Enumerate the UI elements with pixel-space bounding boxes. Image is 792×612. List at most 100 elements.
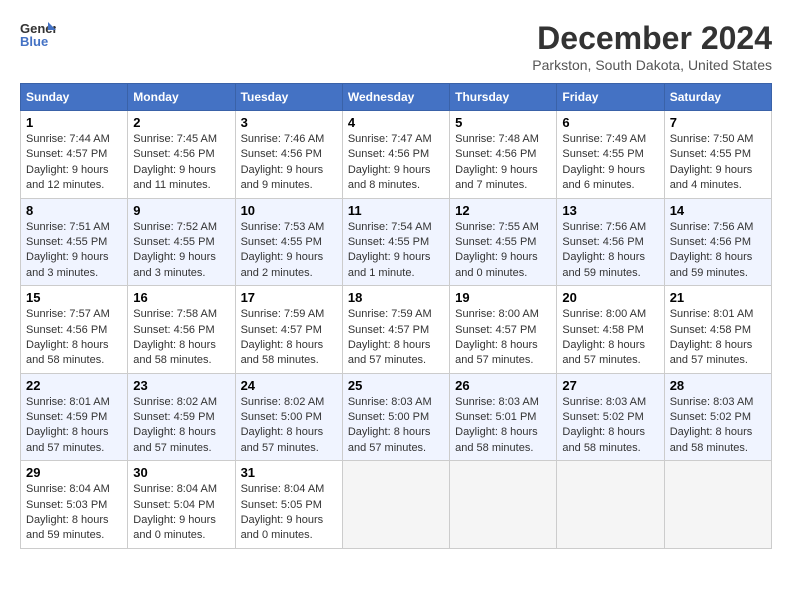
day-number: 10 [241, 203, 337, 218]
calendar-cell [450, 461, 557, 549]
day-number: 1 [26, 115, 122, 130]
header-sunday: Sunday [21, 84, 128, 111]
calendar-cell: 17 Sunrise: 7:59 AM Sunset: 4:57 PM Dayl… [235, 286, 342, 374]
day-info: Sunrise: 7:58 AM Sunset: 4:56 PM Dayligh… [133, 307, 229, 369]
day-info: Sunrise: 7:54 AM Sunset: 4:55 PM Dayligh… [348, 220, 444, 282]
day-number: 2 [133, 115, 229, 130]
calendar-cell: 3 Sunrise: 7:46 AM Sunset: 4:56 PM Dayli… [235, 111, 342, 199]
day-info: Sunrise: 7:55 AM Sunset: 4:55 PM Dayligh… [455, 220, 551, 282]
day-info: Sunrise: 8:02 AM Sunset: 5:00 PM Dayligh… [241, 395, 337, 457]
calendar-week-row: 29 Sunrise: 8:04 AM Sunset: 5:03 PM Dayl… [21, 461, 772, 549]
calendar-cell: 5 Sunrise: 7:48 AM Sunset: 4:56 PM Dayli… [450, 111, 557, 199]
calendar-cell: 28 Sunrise: 8:03 AM Sunset: 5:02 PM Dayl… [664, 373, 771, 461]
day-number: 20 [562, 290, 658, 305]
calendar-cell: 25 Sunrise: 8:03 AM Sunset: 5:00 PM Dayl… [342, 373, 449, 461]
calendar-header-row: Sunday Monday Tuesday Wednesday Thursday… [21, 84, 772, 111]
calendar-cell: 29 Sunrise: 8:04 AM Sunset: 5:03 PM Dayl… [21, 461, 128, 549]
day-number: 23 [133, 378, 229, 393]
location: Parkston, South Dakota, United States [532, 57, 772, 73]
day-info: Sunrise: 8:04 AM Sunset: 5:04 PM Dayligh… [133, 482, 229, 544]
calendar-cell: 13 Sunrise: 7:56 AM Sunset: 4:56 PM Dayl… [557, 198, 664, 286]
day-info: Sunrise: 7:44 AM Sunset: 4:57 PM Dayligh… [26, 132, 122, 194]
calendar-cell: 19 Sunrise: 8:00 AM Sunset: 4:57 PM Dayl… [450, 286, 557, 374]
day-info: Sunrise: 7:57 AM Sunset: 4:56 PM Dayligh… [26, 307, 122, 369]
calendar-cell: 23 Sunrise: 8:02 AM Sunset: 4:59 PM Dayl… [128, 373, 235, 461]
calendar-cell: 9 Sunrise: 7:52 AM Sunset: 4:55 PM Dayli… [128, 198, 235, 286]
calendar-cell [664, 461, 771, 549]
calendar-cell: 6 Sunrise: 7:49 AM Sunset: 4:55 PM Dayli… [557, 111, 664, 199]
day-number: 31 [241, 465, 337, 480]
header-thursday: Thursday [450, 84, 557, 111]
page-header: General Blue December 2024 Parkston, Sou… [20, 20, 772, 73]
month-title: December 2024 [532, 20, 772, 57]
calendar-cell: 15 Sunrise: 7:57 AM Sunset: 4:56 PM Dayl… [21, 286, 128, 374]
calendar-cell: 26 Sunrise: 8:03 AM Sunset: 5:01 PM Dayl… [450, 373, 557, 461]
day-number: 25 [348, 378, 444, 393]
calendar-cell [342, 461, 449, 549]
header-tuesday: Tuesday [235, 84, 342, 111]
calendar-cell: 30 Sunrise: 8:04 AM Sunset: 5:04 PM Dayl… [128, 461, 235, 549]
day-info: Sunrise: 7:46 AM Sunset: 4:56 PM Dayligh… [241, 132, 337, 194]
day-info: Sunrise: 8:01 AM Sunset: 4:59 PM Dayligh… [26, 395, 122, 457]
day-number: 15 [26, 290, 122, 305]
day-info: Sunrise: 8:01 AM Sunset: 4:58 PM Dayligh… [670, 307, 766, 369]
calendar-cell: 12 Sunrise: 7:55 AM Sunset: 4:55 PM Dayl… [450, 198, 557, 286]
calendar-cell: 18 Sunrise: 7:59 AM Sunset: 4:57 PM Dayl… [342, 286, 449, 374]
calendar-week-row: 1 Sunrise: 7:44 AM Sunset: 4:57 PM Dayli… [21, 111, 772, 199]
day-number: 21 [670, 290, 766, 305]
calendar-cell: 8 Sunrise: 7:51 AM Sunset: 4:55 PM Dayli… [21, 198, 128, 286]
day-info: Sunrise: 8:04 AM Sunset: 5:03 PM Dayligh… [26, 482, 122, 544]
day-number: 27 [562, 378, 658, 393]
day-info: Sunrise: 7:56 AM Sunset: 4:56 PM Dayligh… [562, 220, 658, 282]
calendar-week-row: 15 Sunrise: 7:57 AM Sunset: 4:56 PM Dayl… [21, 286, 772, 374]
day-number: 5 [455, 115, 551, 130]
calendar-cell: 11 Sunrise: 7:54 AM Sunset: 4:55 PM Dayl… [342, 198, 449, 286]
day-info: Sunrise: 7:51 AM Sunset: 4:55 PM Dayligh… [26, 220, 122, 282]
day-number: 24 [241, 378, 337, 393]
header-wednesday: Wednesday [342, 84, 449, 111]
calendar-cell: 24 Sunrise: 8:02 AM Sunset: 5:00 PM Dayl… [235, 373, 342, 461]
day-info: Sunrise: 8:00 AM Sunset: 4:58 PM Dayligh… [562, 307, 658, 369]
day-number: 11 [348, 203, 444, 218]
day-number: 3 [241, 115, 337, 130]
calendar-cell: 14 Sunrise: 7:56 AM Sunset: 4:56 PM Dayl… [664, 198, 771, 286]
day-number: 13 [562, 203, 658, 218]
calendar-cell: 20 Sunrise: 8:00 AM Sunset: 4:58 PM Dayl… [557, 286, 664, 374]
day-number: 28 [670, 378, 766, 393]
day-info: Sunrise: 7:45 AM Sunset: 4:56 PM Dayligh… [133, 132, 229, 194]
day-number: 6 [562, 115, 658, 130]
day-info: Sunrise: 7:48 AM Sunset: 4:56 PM Dayligh… [455, 132, 551, 194]
calendar-cell: 4 Sunrise: 7:47 AM Sunset: 4:56 PM Dayli… [342, 111, 449, 199]
day-number: 29 [26, 465, 122, 480]
calendar-cell: 22 Sunrise: 8:01 AM Sunset: 4:59 PM Dayl… [21, 373, 128, 461]
day-number: 16 [133, 290, 229, 305]
logo-icon: General Blue [20, 20, 56, 48]
day-info: Sunrise: 7:59 AM Sunset: 4:57 PM Dayligh… [241, 307, 337, 369]
day-info: Sunrise: 8:02 AM Sunset: 4:59 PM Dayligh… [133, 395, 229, 457]
day-number: 8 [26, 203, 122, 218]
day-number: 26 [455, 378, 551, 393]
calendar-week-row: 22 Sunrise: 8:01 AM Sunset: 4:59 PM Dayl… [21, 373, 772, 461]
day-number: 30 [133, 465, 229, 480]
day-info: Sunrise: 8:04 AM Sunset: 5:05 PM Dayligh… [241, 482, 337, 544]
day-info: Sunrise: 8:03 AM Sunset: 5:01 PM Dayligh… [455, 395, 551, 457]
calendar-cell: 2 Sunrise: 7:45 AM Sunset: 4:56 PM Dayli… [128, 111, 235, 199]
calendar-cell: 27 Sunrise: 8:03 AM Sunset: 5:02 PM Dayl… [557, 373, 664, 461]
day-info: Sunrise: 7:59 AM Sunset: 4:57 PM Dayligh… [348, 307, 444, 369]
day-number: 22 [26, 378, 122, 393]
calendar-cell: 16 Sunrise: 7:58 AM Sunset: 4:56 PM Dayl… [128, 286, 235, 374]
calendar-cell [557, 461, 664, 549]
calendar-cell: 21 Sunrise: 8:01 AM Sunset: 4:58 PM Dayl… [664, 286, 771, 374]
day-info: Sunrise: 7:52 AM Sunset: 4:55 PM Dayligh… [133, 220, 229, 282]
day-number: 9 [133, 203, 229, 218]
calendar-cell: 1 Sunrise: 7:44 AM Sunset: 4:57 PM Dayli… [21, 111, 128, 199]
calendar-week-row: 8 Sunrise: 7:51 AM Sunset: 4:55 PM Dayli… [21, 198, 772, 286]
header-saturday: Saturday [664, 84, 771, 111]
day-number: 19 [455, 290, 551, 305]
day-info: Sunrise: 8:03 AM Sunset: 5:00 PM Dayligh… [348, 395, 444, 457]
day-number: 7 [670, 115, 766, 130]
calendar-cell: 10 Sunrise: 7:53 AM Sunset: 4:55 PM Dayl… [235, 198, 342, 286]
calendar-cell: 7 Sunrise: 7:50 AM Sunset: 4:55 PM Dayli… [664, 111, 771, 199]
header-monday: Monday [128, 84, 235, 111]
day-number: 12 [455, 203, 551, 218]
